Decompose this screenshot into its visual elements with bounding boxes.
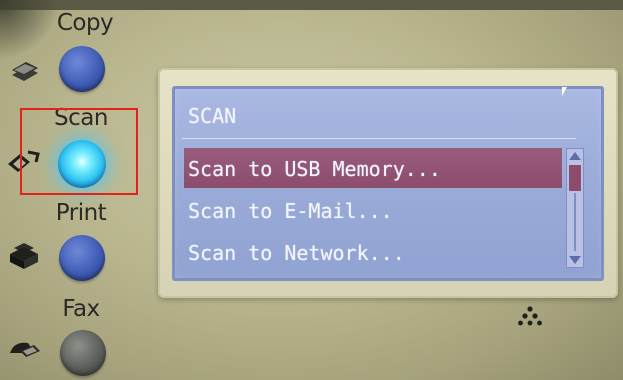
menu-item-scan-to-usb[interactable]: Scan to USB Memory... (188, 157, 441, 181)
three-dot-triangle-logo (518, 305, 542, 331)
scrollbar-track (574, 193, 576, 251)
lcd-screen: SCAN Scan to USB Memory... Scan to E-Mai… (172, 86, 604, 281)
copy-mode-button[interactable] (59, 46, 105, 92)
copy-label: Copy (56, 10, 114, 36)
print-label: Print (55, 200, 107, 226)
fax-label: Fax (62, 296, 100, 322)
menu-item-scan-to-network[interactable]: Scan to Network... (188, 241, 405, 265)
copy-icon (8, 58, 42, 88)
arrow-down-icon[interactable] (569, 256, 581, 264)
mouse-cursor-icon (562, 87, 567, 96)
fax-mode-button[interactable] (60, 330, 106, 376)
panel-top-edge (0, 0, 623, 10)
printer-control-panel: Copy Scan Print Fax SCAN Scan to USB Mem… (0, 0, 623, 380)
print-icon (6, 240, 42, 276)
lcd-title: SCAN (188, 104, 237, 128)
scan-highlight-box (20, 108, 138, 195)
arrow-up-icon[interactable] (569, 152, 581, 160)
lcd-title-divider (182, 138, 576, 139)
fax-icon (6, 335, 44, 369)
menu-item-scan-to-email[interactable]: Scan to E-Mail... (188, 199, 393, 223)
scrollbar-thumb[interactable] (569, 165, 581, 191)
print-mode-button[interactable] (59, 235, 105, 281)
lcd-scrollbar[interactable] (566, 148, 584, 268)
